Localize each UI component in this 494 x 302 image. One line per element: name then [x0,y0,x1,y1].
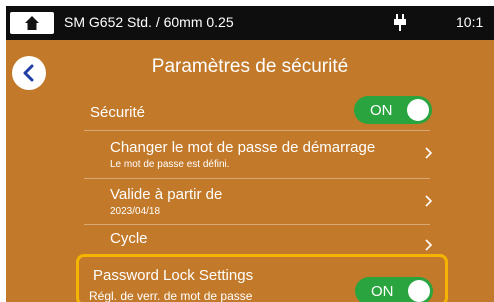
status-title: SM G652 Std. / 60mm 0.25 [64,14,234,30]
home-button[interactable] [10,12,54,34]
password-lock-label: Password Lock Settings [93,267,254,284]
security-toggle-text: ON [370,102,393,119]
divider [84,178,430,179]
status-bar: SM G652 Std. / 60mm 0.25 10:1 [6,6,494,40]
power-plug-icon [394,14,406,31]
chevron-right-icon [425,195,433,207]
device-screen: SM G652 Std. / 60mm 0.25 10:1 Paramètres… [6,6,494,302]
divider [84,130,430,131]
change-password-label: Changer le mot de passe de démarrage [110,139,376,156]
cycle-label: Cycle [110,230,148,247]
chevron-right-icon [425,239,433,251]
divider [84,224,430,225]
toggle-knob [407,99,429,121]
security-label: Sécurité [90,104,146,121]
home-icon [25,16,39,30]
password-lock-toggle[interactable]: ON [355,277,433,302]
password-lock-row[interactable]: Password Lock Settings Régl. de verr. de… [76,254,448,302]
clock: 10:1 [456,14,484,30]
toggle-knob [408,280,430,302]
change-password-status: Le mot de passe est défini. [110,159,230,170]
password-lock-sublabel: Régl. de verr. de mot de passe [89,289,253,302]
security-toggle[interactable]: ON [354,96,432,124]
valid-from-date: 2023/04/18 [110,206,161,217]
page-title: Paramètres de sécurité [151,56,349,77]
valid-from-label: Valide à partir de [110,186,223,203]
password-lock-toggle-text: ON [371,283,394,300]
chevron-right-icon [425,147,433,159]
